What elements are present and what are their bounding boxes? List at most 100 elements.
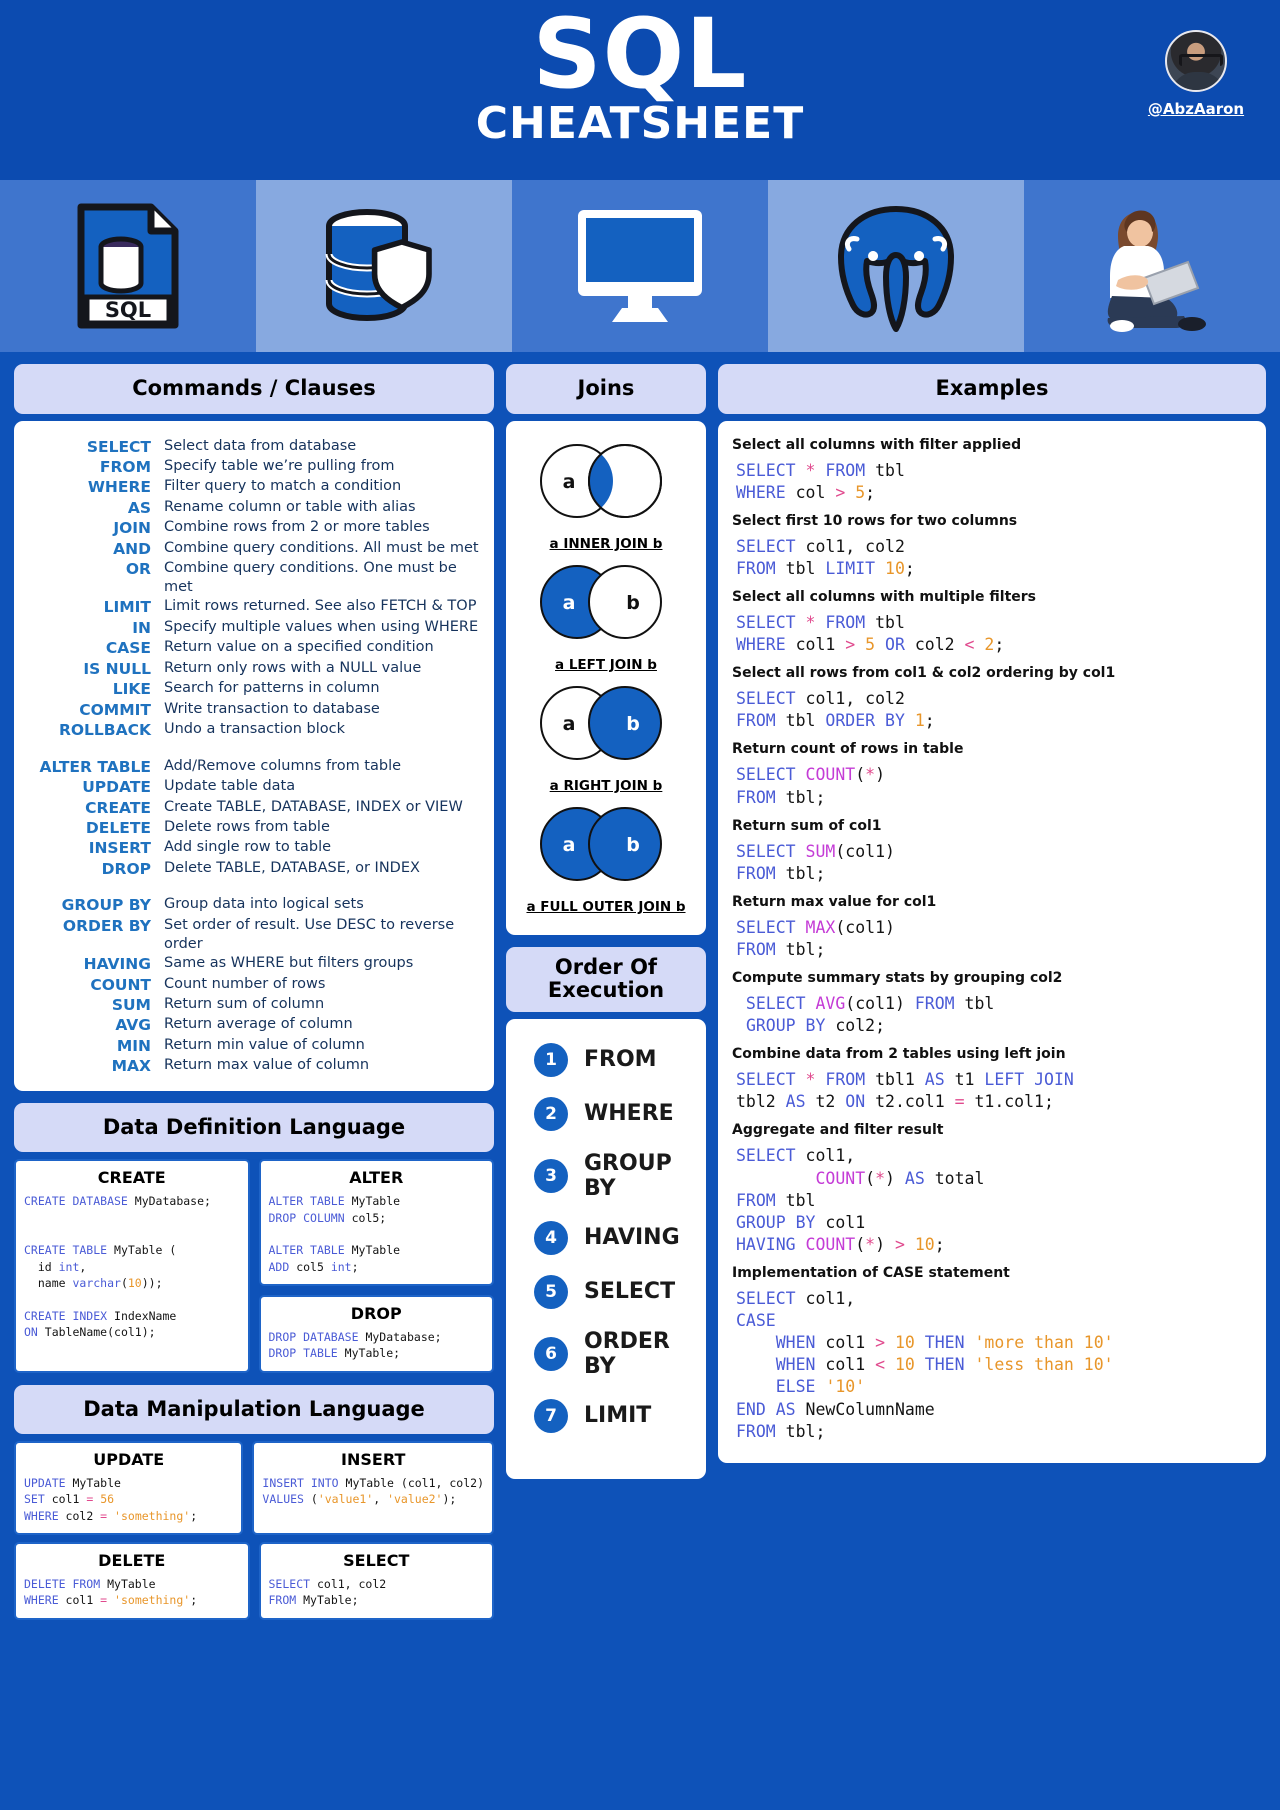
example-code: SELECT * FROM tbl WHERE col1 > 5 OR col2… bbox=[736, 612, 1005, 655]
example-title: Select all columns with multiple filters bbox=[732, 588, 1037, 605]
icon-cell-monitor bbox=[512, 180, 768, 352]
command-row: MIN Return min value of column bbox=[24, 1036, 484, 1056]
example-code: SELECT AVG(col1) FROM tbl GROUP BY col2; bbox=[736, 994, 995, 1036]
ooe-step-label: HAVING bbox=[584, 1225, 680, 1251]
command-row: AVG Return average of column bbox=[24, 1015, 484, 1035]
icon-strip: SQL bbox=[0, 180, 1280, 352]
example-code: SELECT col1, col2 FROM tbl ORDER BY 1; bbox=[736, 689, 935, 731]
ddl-card-create: CREATE CREATE DATABASE MyDatabase; CREAT… bbox=[14, 1159, 250, 1373]
command-row: IN Specify multiple values when using WHE… bbox=[24, 618, 484, 638]
dml-card-code: DELETE FROM MyTable WHERE col1 = 'someth… bbox=[24, 1577, 198, 1608]
command-row: GROUP BY Group data into logical sets bbox=[24, 895, 484, 915]
venn-caption: a RIGHT JOIN b bbox=[549, 777, 663, 794]
svg-text:SQL: SQL bbox=[105, 298, 151, 322]
command-row: JOIN Combine rows from 2 or more tables bbox=[24, 518, 484, 538]
command-description: Add single row to table bbox=[164, 839, 332, 856]
command-keyword: ROLLBACK bbox=[58, 721, 151, 740]
command-keyword: IN bbox=[132, 618, 151, 637]
ddl-card-code: ALTER TABLE MyTable DROP COLUMN col5; AL… bbox=[268, 1194, 401, 1274]
left-column: Commands / Clauses SELECT Select data fro… bbox=[14, 364, 494, 1632]
command-keyword: AS bbox=[127, 498, 151, 517]
ooe-step-label: SELECT bbox=[584, 1279, 676, 1305]
command-keyword: AVG bbox=[115, 1016, 151, 1035]
command-row: CASE Return value on a specified conditio… bbox=[24, 638, 484, 658]
icon-cell-postgresql bbox=[768, 180, 1024, 352]
ddl-right-col: ALTER ALTER TABLE MyTable DROP COLUMN co… bbox=[258, 1159, 494, 1373]
ooe-step: 4 HAVING bbox=[506, 1220, 706, 1255]
dml-card-title: INSERT bbox=[341, 1450, 406, 1470]
panel-dml: Data Manipulation Language UPDATE UPDATE… bbox=[14, 1384, 494, 1620]
command-keyword: OR bbox=[125, 560, 151, 579]
command-keyword: ALTER TABLE bbox=[39, 757, 151, 776]
example-title: Select first 10 rows for two columns bbox=[732, 512, 1018, 529]
command-description: Return sum of column bbox=[164, 995, 325, 1012]
example-title: Compute summary stats by grouping col2 bbox=[732, 970, 1063, 987]
ooe-step-number: 2 bbox=[534, 1096, 568, 1131]
example-title: Combine data from 2 tables using left jo… bbox=[732, 1046, 1066, 1063]
command-keyword: LIMIT bbox=[103, 598, 151, 617]
command-description: Return only rows with a NULL value bbox=[164, 659, 422, 676]
ooe-step: 7 LIMIT bbox=[506, 1398, 706, 1433]
example-code: SELECT col1, COUNT(*) AS total FROM tbl … bbox=[736, 1146, 985, 1254]
example-title: Return count of rows in table bbox=[732, 741, 964, 758]
command-row: INSERT Add single row to table bbox=[24, 838, 484, 858]
ooe-step-label: GROUP BY bbox=[584, 1150, 672, 1201]
command-description: Update table data bbox=[164, 778, 296, 795]
panel-examples: Examples Select all columns with filter … bbox=[718, 364, 1266, 1463]
command-row: ORDER BY Set order of result. Use DESC to… bbox=[24, 916, 484, 954]
command-keyword: FROM bbox=[99, 457, 151, 476]
ddl-card-alter: ALTER ALTER TABLE MyTable DROP COLUMN co… bbox=[258, 1159, 494, 1286]
dml-card-code: UPDATE MyTable SET col1 = 56 WHERE col2 … bbox=[24, 1476, 198, 1523]
command-row: WHERE Filter query to match a condition bbox=[24, 477, 484, 497]
venn-item: ab a RIGHT JOIN b bbox=[512, 679, 700, 794]
svg-text:b: b bbox=[626, 471, 640, 493]
dml-card-delete: DELETE DELETE FROM MyTable WHERE col1 = … bbox=[14, 1542, 250, 1620]
venn-caption: a INNER JOIN b bbox=[549, 535, 663, 552]
database-shield-icon bbox=[325, 208, 432, 321]
ddl-cards: CREATE CREATE DATABASE MyDatabase; CREAT… bbox=[14, 1159, 494, 1373]
venn-item: ab a INNER JOIN b bbox=[512, 437, 700, 552]
author-avatar bbox=[1165, 30, 1227, 92]
command-row: DELETE Delete rows from table bbox=[24, 818, 484, 838]
command-description: Return value on a specified condition bbox=[164, 639, 434, 656]
right-column: Examples Select all columns with filter … bbox=[718, 364, 1266, 1632]
ooe-heading: Order Of Execution bbox=[506, 946, 706, 1012]
svg-text:b: b bbox=[626, 713, 640, 735]
icon-cell-person-laptop bbox=[1024, 180, 1280, 352]
svg-text:a: a bbox=[563, 592, 576, 614]
command-row: LIKE Search for patterns in column bbox=[24, 679, 484, 699]
command-row: LIMIT Limit rows returned. See also FETCH… bbox=[24, 597, 484, 617]
dml-cards-bottom: DELETE DELETE FROM MyTable WHERE col1 = … bbox=[14, 1542, 494, 1620]
command-keyword: SUM bbox=[111, 995, 151, 1014]
ooe-step: 6 ORDER BY bbox=[506, 1329, 706, 1379]
ooe-step-number: 7 bbox=[534, 1398, 568, 1433]
venn-diagram-intersection: ab bbox=[540, 443, 662, 518]
panel-ddl: Data Definition Language CREATE CREATE D… bbox=[14, 1102, 494, 1373]
command-row: ALTER TABLE Add/Remove columns from table bbox=[24, 757, 484, 777]
dml-card-select: SELECT SELECT col1, col2 FROM MyTable; bbox=[258, 1542, 494, 1620]
person-laptop-illustration bbox=[1107, 210, 1206, 332]
command-row: SUM Return sum of column bbox=[24, 995, 484, 1015]
sql-file-icon: SQL bbox=[77, 203, 179, 329]
command-keyword: UPDATE bbox=[82, 778, 151, 797]
command-keyword: COUNT bbox=[90, 975, 151, 994]
venn-caption: a LEFT JOIN b bbox=[555, 656, 657, 673]
command-description: Specify table we’re pulling from bbox=[164, 457, 395, 474]
example-code: SELECT COUNT(*) FROM tbl; bbox=[736, 765, 886, 807]
author-handle[interactable]: @AbzAaron bbox=[1136, 100, 1256, 118]
command-description: Set order of result. Use DESC to reverse… bbox=[164, 916, 455, 952]
venn-diagram-right: ab bbox=[540, 685, 662, 760]
venn-diagram-left: ab bbox=[540, 564, 662, 639]
example-title: Select all columns with filter applied bbox=[732, 436, 1022, 453]
author-block: @AbzAaron bbox=[1136, 30, 1256, 118]
postgresql-elephant-icon bbox=[838, 205, 954, 332]
page-title: SQL bbox=[532, 0, 748, 110]
dml-card-title: UPDATE bbox=[93, 1450, 165, 1470]
ooe-step: 3 GROUP BY bbox=[506, 1151, 706, 1201]
joins-heading: Joins bbox=[506, 364, 706, 414]
example-code: SELECT col1, CASE WHEN col1 > 10 THEN 'm… bbox=[736, 1289, 1114, 1441]
icon-cell-sql-file: SQL bbox=[0, 180, 256, 352]
ooe-step-label: LIMIT bbox=[584, 1403, 652, 1429]
command-keyword: COMMIT bbox=[79, 700, 151, 719]
ddl-card-drop: DROP DROP DATABASE MyDatabase; DROP TABL… bbox=[258, 1294, 494, 1373]
